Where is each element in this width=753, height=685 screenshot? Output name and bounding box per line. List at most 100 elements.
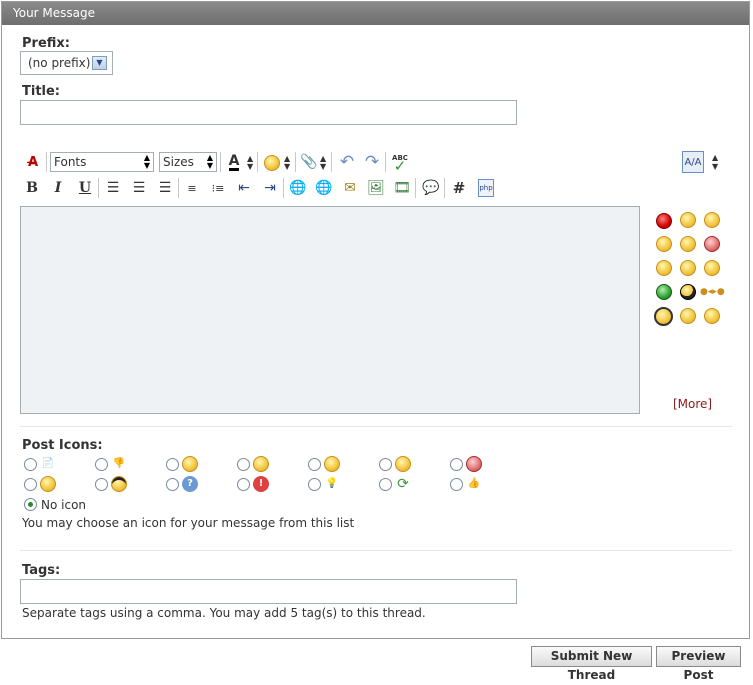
italic-button[interactable]: I (47, 177, 69, 199)
toolbar-separator (295, 152, 296, 172)
post-icon-radio[interactable] (379, 478, 392, 491)
post-icon-radio[interactable] (308, 478, 321, 491)
toolbar-separator (257, 152, 258, 172)
email-link-icon[interactable]: ✉ (339, 177, 361, 199)
smilie-happy-icon[interactable] (680, 308, 696, 324)
post-icons-help: You may choose an icon for your message … (22, 516, 355, 530)
message-editor[interactable] (20, 206, 640, 414)
title-label: Title: (22, 84, 61, 99)
paperclip-icon[interactable]: 📎 (298, 151, 320, 173)
question-icon: ? (182, 476, 198, 492)
smilie-wink-icon[interactable] (680, 236, 696, 252)
undo-icon[interactable]: ↶ (336, 151, 358, 173)
smilie-biggrin-icon[interactable] (656, 236, 672, 252)
no-icon-label: No icon (41, 498, 87, 512)
code-button[interactable]: # (448, 177, 470, 199)
thumbs-down-icon: 👎 (112, 458, 126, 469)
updown-icon: ▲ ▼ (320, 154, 327, 171)
grin-icon (324, 456, 340, 472)
updown-icon: ▲ ▼ (206, 153, 213, 170)
post-icon-radio[interactable] (95, 478, 108, 491)
preview-post-button[interactable]: Preview Post (656, 646, 741, 682)
toolbar-separator (415, 178, 416, 198)
smilie-smile-icon[interactable] (680, 212, 696, 228)
prefix-label: Prefix: (22, 36, 70, 51)
smilie-shocked-icon[interactable] (680, 284, 696, 300)
tags-input[interactable] (20, 579, 517, 604)
smile-icon (253, 456, 269, 472)
updown-icon: ▲ ▼ (247, 154, 254, 171)
mad-icon (466, 456, 482, 472)
underline-button[interactable]: U (74, 177, 96, 199)
ordered-list-icon[interactable]: ≡ (181, 177, 203, 199)
post-icon-radio[interactable] (450, 458, 463, 471)
post-icon-radio[interactable] (237, 458, 250, 471)
insert-link-icon[interactable]: 🌐 (287, 177, 309, 199)
unordered-list-icon[interactable]: ⁝≡ (207, 177, 229, 199)
remove-link-icon[interactable]: 🌐 (313, 177, 335, 199)
more-smilies-link[interactable]: [More] (673, 397, 712, 411)
post-icon-radio[interactable] (166, 478, 179, 491)
redo-icon[interactable]: ↷ (361, 151, 383, 173)
quote-icon[interactable]: 💬 (420, 177, 442, 199)
updown-icon: ▲ ▼ (143, 153, 150, 170)
smilie-grin-icon[interactable] (704, 212, 720, 228)
size-select[interactable]: Sizes ▲ ▼ (159, 152, 217, 172)
lightbulb-icon: 💡 (325, 478, 339, 489)
exclamation-icon: ! (253, 476, 269, 492)
smilie-frown-icon[interactable] (680, 260, 696, 276)
smilie-menu-icon[interactable] (264, 155, 280, 171)
align-left-icon[interactable]: ☰ (102, 177, 124, 199)
outdent-icon[interactable]: ⇤ (233, 177, 255, 199)
title-input[interactable] (20, 100, 517, 125)
indent-icon[interactable]: ⇥ (259, 177, 281, 199)
post-icon-radio[interactable] (237, 478, 250, 491)
post-icon-radio[interactable] (24, 478, 37, 491)
post-icon-radio[interactable] (24, 458, 37, 471)
biggrin-icon (182, 456, 198, 472)
post-icons-label: Post Icons: (22, 438, 103, 453)
smilie-confused-icon[interactable] (656, 260, 672, 276)
smilie-tongue-icon[interactable] (654, 307, 673, 326)
divider (20, 550, 732, 551)
smilie-angry-devil-icon[interactable] (656, 213, 672, 229)
smilie-mad-icon[interactable] (704, 236, 720, 252)
switch-editor-mode-icon[interactable]: A/A (682, 151, 704, 173)
no-icon-radio[interactable] (24, 498, 37, 511)
font-color-icon[interactable]: A (223, 151, 245, 173)
toolbar-separator (98, 178, 99, 198)
refresh-icon: ⟳ (397, 476, 409, 492)
insert-video-icon[interactable]: 🎞 (391, 177, 413, 199)
submit-new-thread-button[interactable]: Submit New Thread (531, 646, 652, 682)
toolbar-separator (46, 152, 47, 172)
post-icon-radio[interactable] (379, 458, 392, 471)
prefix-select[interactable]: (no prefix) ▼ (20, 51, 113, 75)
document-icon: 📄 (41, 458, 55, 469)
thumbs-up-icon: 👍 (467, 478, 481, 489)
smilie-sick-icon[interactable] (656, 284, 672, 300)
toolbar-separator (444, 178, 445, 198)
php-code-button[interactable]: php (478, 179, 494, 197)
smilie-rolleyes-icon[interactable] (704, 308, 720, 324)
resize-editor-icon[interactable]: ▲ ▼ (712, 153, 718, 171)
cool-icon (111, 476, 127, 492)
post-icon-radio[interactable] (166, 458, 179, 471)
tags-help: Separate tags using a comma. You may add… (22, 606, 426, 620)
chevron-down-icon: ▼ (92, 56, 107, 70)
post-icon-radio[interactable] (95, 458, 108, 471)
spellcheck-icon[interactable]: ABC ✓ (389, 151, 411, 174)
font-select[interactable]: Fonts ▲ ▼ (50, 152, 154, 172)
prefix-select-value: (no prefix) (28, 56, 91, 70)
insert-image-icon[interactable]: 🖼 (365, 177, 387, 199)
bold-button[interactable]: B (21, 177, 43, 199)
post-icon-radio[interactable] (308, 458, 321, 471)
wink-icon (40, 476, 56, 492)
toolbar-separator (220, 152, 221, 172)
remove-format-icon[interactable]: A̶ (22, 151, 44, 173)
tags-label: Tags: (22, 563, 61, 578)
align-center-icon[interactable]: ☰ (128, 177, 150, 199)
smilie-roll-eyes-icon[interactable]: ●◂▸● (700, 287, 725, 297)
post-icon-radio[interactable] (450, 478, 463, 491)
smilie-eek-icon[interactable] (704, 260, 720, 276)
align-right-icon[interactable]: ☰ (154, 177, 176, 199)
